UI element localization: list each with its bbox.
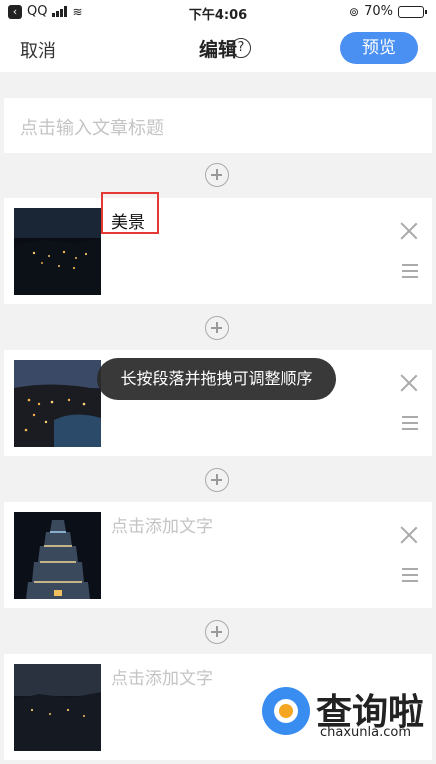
paragraph-image[interactable] xyxy=(14,664,101,751)
paragraph-text[interactable]: 点击添加文字 xyxy=(111,664,213,689)
battery-percent: 70% xyxy=(364,4,393,19)
watermark-logo-icon xyxy=(262,687,310,735)
drag-handle-icon[interactable] xyxy=(402,568,418,582)
status-bar: ‹ QQ ≋ 下午4:06 ⊚ 70% xyxy=(0,0,436,24)
preview-button[interactable]: 预览 xyxy=(340,32,418,64)
nav-bar: 取消 编辑 ? 预览 xyxy=(0,24,436,72)
battery-icon xyxy=(398,5,427,18)
delete-paragraph-icon[interactable] xyxy=(400,222,418,240)
help-icon[interactable]: ? xyxy=(231,38,251,58)
watermark-domain: chaxunla.com xyxy=(320,725,411,740)
watermark: 查询啦 chaxunla.com xyxy=(262,683,432,743)
drag-handle-icon[interactable] xyxy=(402,416,418,430)
insert-paragraph-button[interactable] xyxy=(205,468,229,492)
delete-paragraph-icon[interactable] xyxy=(400,526,418,544)
insert-paragraph-button[interactable] xyxy=(205,316,229,340)
paragraph-image[interactable] xyxy=(14,360,101,447)
status-right: ⊚ 70% xyxy=(349,4,427,19)
paragraph-image[interactable] xyxy=(14,512,101,599)
paragraph-image[interactable] xyxy=(14,208,101,295)
paragraph-card[interactable]: 点击添加文字 xyxy=(4,502,432,608)
paragraph-card[interactable]: 美景 xyxy=(4,192,432,304)
rotation-lock-icon: ⊚ xyxy=(349,4,360,19)
delete-paragraph-icon[interactable] xyxy=(400,374,418,392)
paragraph-text[interactable]: 点击添加文字 xyxy=(111,512,213,537)
article-title-placeholder: 点击输入文章标题 xyxy=(20,118,164,139)
drag-handle-icon[interactable] xyxy=(402,264,418,278)
insert-paragraph-button[interactable] xyxy=(205,620,229,644)
insert-paragraph-button[interactable] xyxy=(205,163,229,187)
annotation-highlight-box xyxy=(101,192,159,234)
article-title-field[interactable]: 点击输入文章标题 xyxy=(4,98,432,153)
reorder-hint-toast: 长按段落并拖拽可调整顺序 xyxy=(97,358,336,400)
